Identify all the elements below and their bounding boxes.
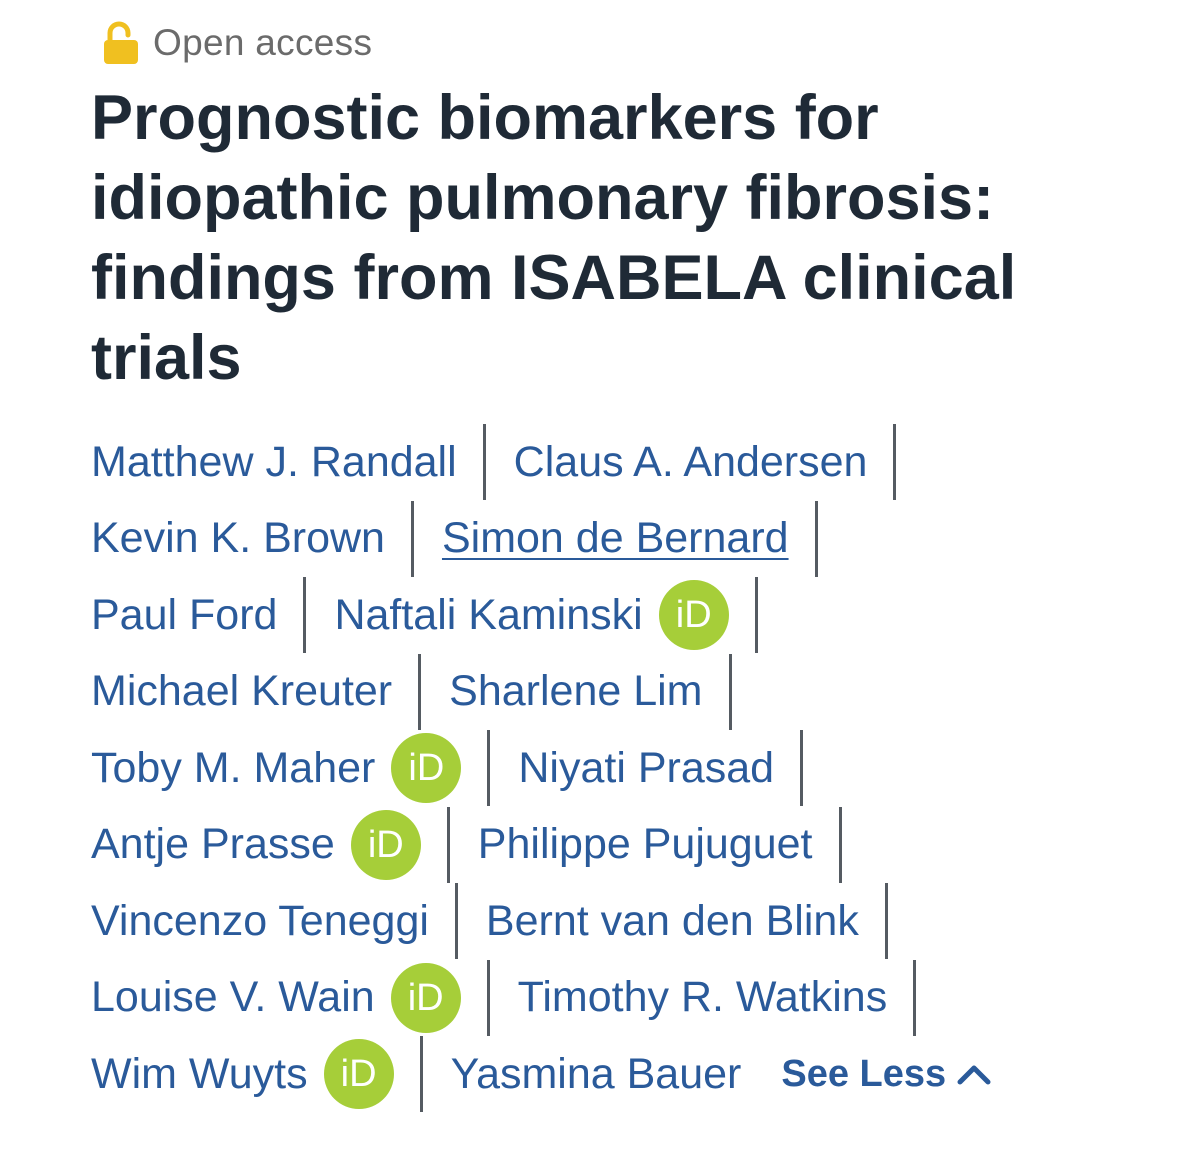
- author-link[interactable]: Michael Kreuter: [91, 667, 392, 716]
- see-less-label: See Less: [781, 1052, 947, 1095]
- author-separator: [486, 959, 490, 1036]
- author-item: Kevin K. Brown: [91, 501, 385, 577]
- author-item: Antje Prasse iD: [91, 807, 421, 883]
- chevron-up-icon: [957, 1065, 991, 1085]
- author-item: Simon de Bernard: [442, 501, 789, 577]
- see-less-button[interactable]: See Less: [781, 1053, 992, 1096]
- author-link[interactable]: Philippe Pujuguet: [478, 820, 813, 869]
- author-item: Matthew J. Randall: [91, 424, 457, 500]
- author-row: Vincenzo Teneggi Bernt van den Blink: [91, 883, 1101, 960]
- author-row: Matthew J. Randall Claus A. Andersen: [91, 424, 1101, 501]
- author-link[interactable]: Bernt van den Blink: [486, 897, 859, 946]
- author-separator: [410, 500, 414, 577]
- author-row: Michael Kreuter Sharlene Lim: [91, 653, 1101, 731]
- author-item: Bernt van den Blink: [486, 883, 859, 959]
- author-list: Matthew J. Randall Claus A. Andersen Kev…: [91, 424, 1101, 1113]
- author-link[interactable]: Vincenzo Teneggi: [91, 897, 429, 946]
- author-link[interactable]: Antje Prasse: [91, 820, 335, 869]
- author-separator: [754, 577, 758, 654]
- author-item: Michael Kreuter: [91, 654, 392, 730]
- author-row: Wim Wuyts iD Yasmina Bauer See Less: [91, 1036, 1101, 1113]
- author-item: Louise V. Wain iD: [91, 960, 461, 1036]
- author-item: Sharlene Lim: [449, 654, 702, 730]
- author-separator: [418, 653, 422, 730]
- author-separator: [303, 577, 307, 654]
- author-separator: [482, 424, 486, 501]
- orcid-icon[interactable]: iD: [391, 733, 462, 804]
- author-separator: [884, 883, 888, 960]
- author-link[interactable]: Toby M. Maher: [91, 744, 375, 793]
- open-lock-icon: [104, 21, 138, 64]
- orcid-icon[interactable]: iD: [350, 809, 421, 880]
- author-separator: [913, 959, 917, 1036]
- author-separator: [728, 653, 732, 730]
- author-separator: [419, 1036, 423, 1113]
- author-item: Vincenzo Teneggi: [91, 883, 429, 959]
- author-item: Yasmina Bauer: [451, 1036, 742, 1112]
- article-title: Prognostic biomarkers for idiopathic pul…: [91, 83, 1017, 393]
- author-separator: [487, 730, 491, 807]
- author-link[interactable]: Simon de Bernard: [442, 514, 789, 563]
- author-link[interactable]: Yasmina Bauer: [451, 1050, 742, 1099]
- author-item: Philippe Pujuguet: [478, 807, 813, 883]
- author-separator: [454, 883, 458, 960]
- author-link[interactable]: Timothy R. Watkins: [518, 973, 888, 1022]
- author-item: Naftali Kaminski iD: [334, 577, 729, 653]
- author-separator: [814, 500, 818, 577]
- author-separator: [800, 730, 804, 807]
- author-link[interactable]: Wim Wuyts: [91, 1050, 308, 1099]
- open-access-indicator: Open access: [103, 18, 372, 68]
- author-item: Wim Wuyts iD: [91, 1036, 394, 1112]
- author-link[interactable]: Paul Ford: [91, 591, 277, 640]
- author-link[interactable]: Kevin K. Brown: [91, 514, 385, 563]
- author-separator: [838, 806, 842, 883]
- author-separator: [446, 806, 450, 883]
- author-link[interactable]: Sharlene Lim: [449, 667, 702, 716]
- author-item: Niyati Prasad: [518, 730, 774, 806]
- orcid-icon[interactable]: iD: [658, 580, 729, 651]
- author-row: Toby M. Maher iD Niyati Prasad: [91, 730, 1101, 807]
- orcid-icon[interactable]: iD: [390, 962, 461, 1033]
- author-row: Paul Ford Naftali Kaminski iD: [91, 577, 1101, 654]
- open-access-label: Open access: [153, 22, 373, 63]
- author-link[interactable]: Matthew J. Randall: [91, 438, 457, 487]
- author-link[interactable]: Naftali Kaminski: [334, 591, 642, 640]
- author-row: Antje Prasse iD Philippe Pujuguet: [91, 806, 1101, 884]
- author-item: Timothy R. Watkins: [518, 960, 888, 1036]
- author-link[interactable]: Niyati Prasad: [518, 744, 774, 793]
- author-row: Kevin K. Brown Simon de Bernard: [91, 500, 1101, 578]
- orcid-icon[interactable]: iD: [323, 1039, 394, 1110]
- author-link[interactable]: Louise V. Wain: [91, 973, 375, 1022]
- author-link[interactable]: Claus A. Andersen: [514, 438, 868, 487]
- author-item: Paul Ford: [91, 577, 277, 653]
- author-item: Claus A. Andersen: [514, 424, 868, 500]
- author-row: Louise V. Wain iD Timothy R. Watkins: [91, 959, 1101, 1037]
- author-item: Toby M. Maher iD: [91, 730, 462, 806]
- author-separator: [893, 424, 897, 501]
